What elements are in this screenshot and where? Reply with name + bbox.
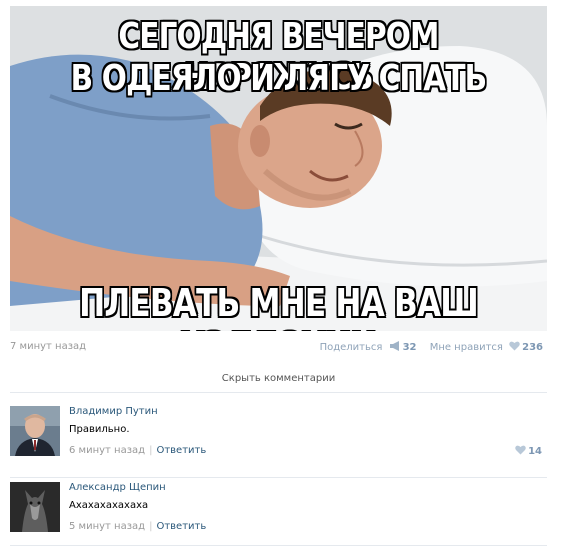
heart-icon [509, 341, 520, 354]
comment-meta: 6 минут назад | Ответить [69, 445, 206, 456]
avatar[interactable] [10, 406, 60, 456]
reply-button[interactable]: Ответить [156, 521, 206, 532]
comment-like-count: 14 [528, 446, 542, 457]
like-button[interactable]: Мне нравится 236 [429, 341, 543, 354]
separator: | [149, 445, 153, 456]
hide-comments-label: Скрыть комментарии [221, 373, 336, 384]
like-label: Мне нравится [429, 342, 503, 353]
avatar[interactable] [10, 482, 60, 532]
meme-caption-bottom: ПЛЕВАТЬ МНЕ НА ВАШ ХЭЛЛОУИН [79, 281, 479, 331]
comment-timestamp[interactable]: 5 минут назад [69, 521, 145, 532]
hide-comments-link[interactable]: Скрыть комментарии [10, 365, 547, 393]
comment-timestamp[interactable]: 6 минут назад [69, 445, 145, 456]
share-count: 32 [402, 342, 417, 353]
like-count: 236 [522, 342, 543, 353]
comment-item: Владимир Путин Правильно. 6 минут назад |… [10, 403, 547, 478]
post-meta: 7 минут назад Поделиться 32 Мне нравится… [10, 341, 547, 355]
share-label: Поделиться [319, 342, 383, 353]
comment-item: Александр Щепин Ахахахахахаха 5 минут на… [10, 479, 547, 546]
meme-caption-top-line2: В ОДЕЯЛО И ЛЯГУ СПАТЬ [70, 58, 487, 99]
comment-author[interactable]: Александр Щепин [69, 482, 166, 493]
comment-like-button[interactable]: 14 [512, 445, 542, 458]
megaphone-icon [389, 341, 401, 354]
share-button[interactable]: Поделиться 32 [319, 341, 420, 354]
comment-text: Ахахахахахаха [69, 500, 149, 511]
comment-text: Правильно. [69, 424, 130, 435]
comment-author[interactable]: Владимир Путин [69, 406, 158, 417]
comment-meta: 5 минут назад | Ответить [69, 521, 206, 532]
reply-button[interactable]: Ответить [156, 445, 206, 456]
heart-icon [515, 445, 526, 458]
post-actions: Поделиться 32 Мне нравится 236 [320, 341, 543, 354]
post-timestamp[interactable]: 7 минут назад [10, 341, 86, 352]
separator: | [149, 521, 153, 532]
post-image[interactable]: СЕГОДНЯ ВЕЧЕРОМ НАРЯЖУСЬ В ОДЕЯЛО И ЛЯГУ… [10, 6, 547, 331]
